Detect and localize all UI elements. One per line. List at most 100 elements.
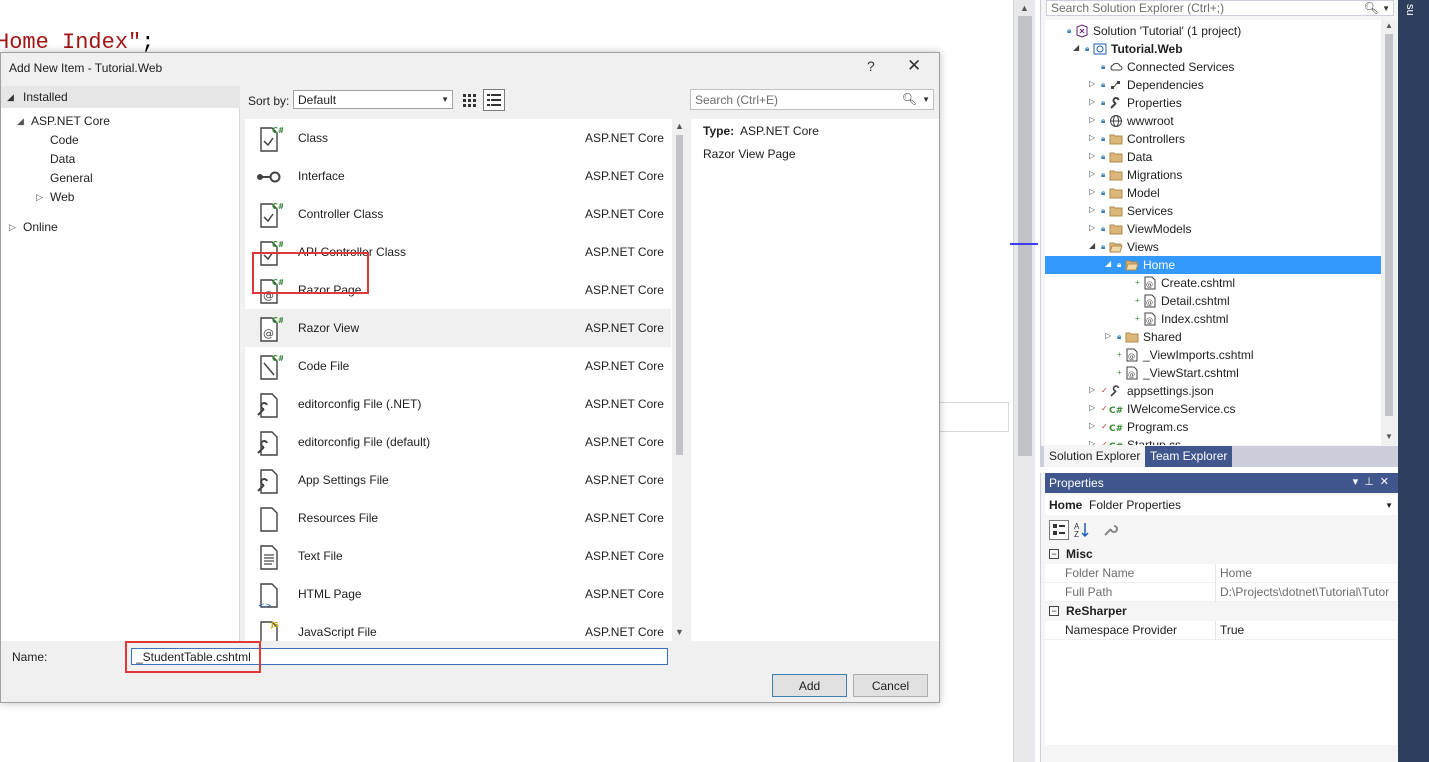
category-web[interactable]: Web [50, 190, 74, 204]
collapse-box-icon[interactable]: − [1049, 549, 1059, 559]
template-row[interactable]: Resources File ASP.NET Core [245, 499, 671, 537]
property-category[interactable]: − ReSharper [1045, 602, 1397, 621]
scroll-thumb[interactable] [676, 135, 683, 455]
scroll-thumb[interactable] [1385, 34, 1393, 416]
property-row[interactable]: Folder Name Home [1045, 564, 1397, 583]
alphabetical-icon[interactable]: AZ [1072, 520, 1092, 540]
grid-view-icon[interactable] [460, 91, 478, 109]
close-icon[interactable]: ✕ [1380, 476, 1395, 488]
tree-item[interactable]: ▷ ✓ C# Program.cs [1045, 418, 1381, 436]
category-general[interactable]: General [50, 171, 93, 185]
search-icon[interactable]: 🔍︎ [1364, 1, 1379, 15]
categorized-icon[interactable] [1049, 520, 1069, 540]
collapsed-triangle-icon[interactable]: ▷ [1089, 169, 1095, 178]
property-row[interactable]: Full Path D:\Projects\dotnet\Tutorial\Tut… [1045, 583, 1397, 602]
tree-item[interactable]: ◢ 🔒︎ Home [1045, 256, 1381, 274]
category-aspnet-core[interactable]: ASP.NET Core [31, 114, 110, 128]
tree-item[interactable]: + @ Index.cshtml [1045, 310, 1381, 328]
template-row[interactable]: C# Class ASP.NET Core [245, 119, 671, 157]
template-row[interactable]: editorconfig File (.NET) ASP.NET Core [245, 385, 671, 423]
tab-solution-explorer[interactable]: Solution Explorer [1044, 446, 1146, 467]
dropdown-icon[interactable]: ▾ [1353, 476, 1365, 488]
tree-item[interactable]: ▷ 🔒︎ Shared [1045, 328, 1381, 346]
expanded-triangle-icon[interactable]: ◢ [1105, 259, 1111, 268]
collapsed-triangle-icon[interactable]: ▷ [1105, 331, 1111, 340]
template-row[interactable]: C# Controller Class ASP.NET Core [245, 195, 671, 233]
tree-item[interactable]: ▷ 🔒︎ Model [1045, 184, 1381, 202]
expanded-triangle-icon[interactable]: ◢ [1073, 43, 1079, 52]
scroll-down-icon[interactable]: ▼ [1385, 432, 1393, 441]
tree-item[interactable]: ▷ ✓C# Startup.cs [1045, 436, 1381, 445]
sort-select[interactable]: Default ▼ [293, 90, 453, 109]
collapsed-triangle-icon[interactable]: ▷ [1089, 151, 1095, 160]
category-code[interactable]: Code [50, 133, 79, 147]
scroll-thumb[interactable] [1018, 16, 1032, 456]
tree-item[interactable]: ▷ 🔒︎ Services [1045, 202, 1381, 220]
collapsed-triangle-icon[interactable]: ▷ [9, 222, 16, 233]
template-row[interactable]: Text File ASP.NET Core [245, 537, 671, 575]
editor-scrollbar[interactable]: ▲ [1013, 0, 1035, 762]
properties-object-select[interactable]: Home Folder Properties ▼ [1045, 495, 1397, 515]
tree-item[interactable]: ▷ ✓ appsettings.json [1045, 382, 1381, 400]
add-button[interactable]: Add [772, 674, 847, 697]
collapsed-triangle-icon[interactable]: ▷ [1089, 133, 1095, 142]
tree-item[interactable]: 🔒︎ Solution 'Tutorial' (1 project) [1045, 22, 1381, 40]
tree-item[interactable]: ▷ ✓ C# IWelcomeService.cs [1045, 400, 1381, 418]
scroll-up-icon[interactable]: ▲ [1020, 3, 1029, 13]
category-installed[interactable]: ◢ Installed [1, 86, 240, 108]
close-icon[interactable]: ✕ [907, 56, 921, 76]
help-button[interactable]: ? [867, 58, 875, 74]
template-row[interactable]: C# API Controller Class ASP.NET Core [245, 233, 671, 271]
search-icon[interactable]: 🔍︎ [902, 92, 917, 106]
tree-item[interactable]: + @ Create.cshtml [1045, 274, 1381, 292]
collapsed-triangle-icon[interactable]: ▷ [1089, 79, 1095, 88]
collapsed-triangle-icon[interactable]: ▷ [1089, 421, 1095, 430]
template-row[interactable]: C# Code File ASP.NET Core [245, 347, 671, 385]
collapsed-triangle-icon[interactable]: ▷ [1089, 97, 1095, 106]
collapsed-triangle-icon[interactable]: ▷ [1089, 187, 1095, 196]
property-pages-icon[interactable] [1100, 520, 1120, 540]
property-category[interactable]: − Misc [1045, 545, 1397, 564]
collapsed-triangle-icon[interactable]: ▷ [1089, 223, 1095, 232]
scroll-down-icon[interactable]: ▼ [675, 627, 684, 637]
collapsed-triangle-icon[interactable]: ▷ [1089, 205, 1095, 214]
tree-item[interactable]: ▷ 🔒︎ ViewModels [1045, 220, 1381, 238]
collapsed-triangle-icon[interactable]: ▷ [1089, 115, 1095, 124]
template-row[interactable]: editorconfig File (default) ASP.NET Core [245, 423, 671, 461]
tree-item[interactable]: + @ Detail.cshtml [1045, 292, 1381, 310]
cancel-button[interactable]: Cancel [853, 674, 928, 697]
solution-search-input[interactable]: Search Solution Explorer (Ctrl+;) 🔍︎ ▼ [1046, 0, 1394, 16]
tree-item[interactable]: ▷ 🔒︎ Data [1045, 148, 1381, 166]
tree-item[interactable]: ▷ 🔒︎ Properties [1045, 94, 1381, 112]
collapsed-triangle-icon[interactable]: ▷ [1089, 403, 1095, 412]
name-input[interactable] [131, 648, 668, 665]
scroll-up-icon[interactable]: ▲ [675, 121, 684, 131]
solution-scrollbar[interactable]: ▲ ▼ [1381, 20, 1397, 445]
pin-icon[interactable]: ⊥ [1364, 476, 1380, 488]
template-row[interactable]: Interface ASP.NET Core [245, 157, 671, 195]
template-list-scrollbar[interactable]: ▲ ▼ [672, 119, 688, 641]
template-row[interactable]: JS JavaScript File ASP.NET Core [245, 613, 671, 641]
tree-item[interactable]: ▷ 🔒︎ Dependencies [1045, 76, 1381, 94]
tree-item[interactable]: ◢ 🔒︎ Views [1045, 238, 1381, 256]
template-search-input[interactable]: Search (Ctrl+E) 🔍︎ ▼ [690, 89, 934, 110]
tree-item[interactable]: + @ _ViewStart.cshtml [1045, 364, 1381, 382]
expand-triangle-icon[interactable]: ◢ [17, 116, 24, 127]
tree-item[interactable]: ▷ 🔒︎ Controllers [1045, 130, 1381, 148]
expanded-triangle-icon[interactable]: ◢ [1089, 241, 1095, 250]
tree-item[interactable]: ▷ 🔒︎ wwwroot [1045, 112, 1381, 130]
chevron-down-icon[interactable]: ▼ [922, 95, 930, 104]
tree-item[interactable]: ◢ 🔒︎ Tutorial.Web [1045, 40, 1381, 58]
expand-triangle-icon[interactable]: ◢ [7, 92, 14, 103]
list-view-icon[interactable] [483, 89, 505, 111]
tree-item[interactable]: ▷ 🔒︎ Migrations [1045, 166, 1381, 184]
scroll-up-icon[interactable]: ▲ [1385, 21, 1393, 30]
category-data[interactable]: Data [50, 152, 75, 166]
tree-item[interactable]: 🔒︎ Connected Services [1045, 58, 1381, 76]
collapsed-triangle-icon[interactable]: ▷ [1089, 439, 1095, 445]
collapse-box-icon[interactable]: − [1049, 606, 1059, 616]
tab-team-explorer[interactable]: Team Explorer [1145, 446, 1233, 467]
chevron-down-icon[interactable]: ▼ [1382, 4, 1390, 13]
template-row[interactable]: @ C# Razor View ASP.NET Core [245, 309, 671, 347]
collapsed-triangle-icon[interactable]: ▷ [36, 192, 43, 203]
